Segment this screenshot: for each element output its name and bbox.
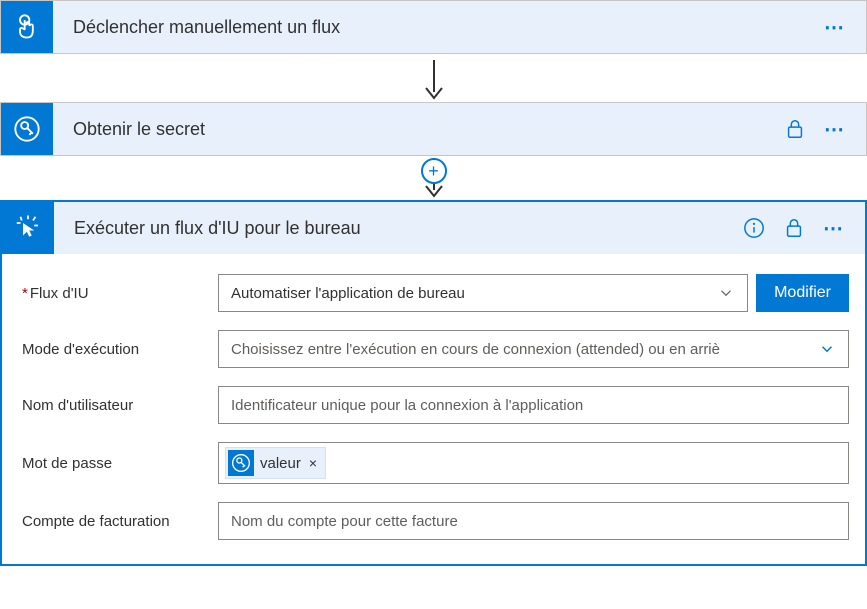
modify-button[interactable]: Modifier <box>756 274 849 312</box>
lock-icon[interactable] <box>784 118 806 140</box>
billing-input[interactable]: Nom du compte pour cette facture <box>218 502 849 540</box>
password-input[interactable]: valeur × <box>218 442 849 484</box>
username-label: Nom d'utilisateur <box>22 397 218 414</box>
info-icon[interactable] <box>743 217 765 239</box>
username-row: Nom d'utilisateur Identificateur unique … <box>22 386 849 424</box>
plus-icon: + <box>428 162 439 180</box>
run-mode-row: Mode d'exécution Choisissez entre l'exéc… <box>22 330 849 368</box>
chevron-down-icon <box>717 284 735 302</box>
run-desktop-header[interactable]: Exécuter un flux d'IU pour le bureau ⋯ <box>2 202 865 254</box>
billing-row: Compte de facturation Nom du compte pour… <box>22 502 849 540</box>
password-row: Mot de passe valeur × <box>22 442 849 484</box>
arrow-down-icon <box>420 58 448 102</box>
keyvault-token-icon <box>228 450 254 476</box>
run-desktop-step: Exécuter un flux d'IU pour le bureau ⋯ *… <box>0 200 867 566</box>
ui-flow-select[interactable]: Automatiser l'application de bureau <box>218 274 748 312</box>
lock-icon[interactable] <box>783 217 805 239</box>
more-icon[interactable]: ⋯ <box>824 15 846 40</box>
trigger-title: Déclencher manuellement un flux <box>53 17 824 38</box>
more-icon[interactable]: ⋯ <box>824 117 846 142</box>
secret-token[interactable]: valeur × <box>225 447 326 479</box>
username-placeholder: Identificateur unique pour la connexion … <box>231 397 836 414</box>
cursor-click-icon <box>13 213 43 243</box>
ui-flow-value: Automatiser l'application de bureau <box>231 285 717 302</box>
run-mode-placeholder: Choisissez entre l'exécution en cours de… <box>231 341 818 358</box>
ui-flow-label: *Flux d'IU <box>22 285 218 302</box>
trigger-icon <box>1 1 53 53</box>
trigger-step-card[interactable]: Déclencher manuellement un flux ⋯ <box>0 0 867 54</box>
connector-arrow-add: + <box>0 156 867 200</box>
chevron-down-icon <box>818 340 836 358</box>
password-label: Mot de passe <box>22 455 218 472</box>
desktop-flow-icon <box>2 202 54 254</box>
connector-arrow <box>0 54 867 102</box>
run-mode-select[interactable]: Choisissez entre l'exécution en cours de… <box>218 330 849 368</box>
required-indicator: * <box>22 285 28 302</box>
token-remove-button[interactable]: × <box>307 455 319 471</box>
run-mode-label: Mode d'exécution <box>22 341 218 358</box>
run-desktop-title: Exécuter un flux d'IU pour le bureau <box>54 218 743 239</box>
token-label: valeur <box>260 455 301 472</box>
key-icon <box>231 453 251 473</box>
keyvault-icon <box>1 103 53 155</box>
add-step-button[interactable]: + <box>421 158 447 184</box>
touch-icon <box>13 13 41 41</box>
username-input[interactable]: Identificateur unique pour la connexion … <box>218 386 849 424</box>
billing-label: Compte de facturation <box>22 513 218 530</box>
ui-flow-row: *Flux d'IU Automatiser l'application de … <box>22 274 849 312</box>
form-area: *Flux d'IU Automatiser l'application de … <box>2 254 865 564</box>
get-secret-step-card[interactable]: Obtenir le secret ⋯ <box>0 102 867 156</box>
key-icon <box>13 115 41 143</box>
get-secret-title: Obtenir le secret <box>53 119 784 140</box>
billing-placeholder: Nom du compte pour cette facture <box>231 513 836 530</box>
more-icon[interactable]: ⋯ <box>823 216 845 241</box>
